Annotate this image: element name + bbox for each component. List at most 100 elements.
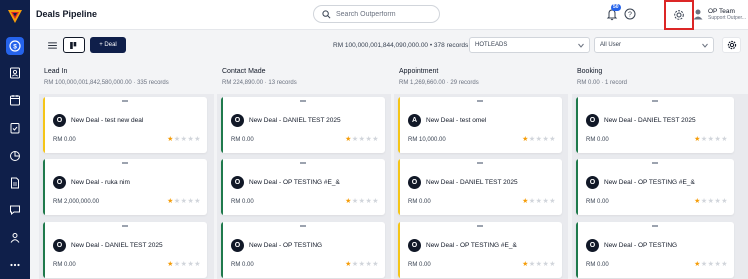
deal-name[interactable]: New Deal - DANIEL TEST 2025: [426, 179, 518, 186]
deal-name[interactable]: New Deal - OP TESTING: [604, 242, 677, 249]
drag-handle-icon[interactable]: [477, 225, 483, 227]
star-icon[interactable]: ★: [701, 136, 708, 143]
sidebar-item-team[interactable]: [6, 229, 24, 247]
drag-handle-icon[interactable]: [652, 100, 658, 102]
deal-card[interactable]: O New Deal - DANIEL TEST 2025 RM 0.00 ★★★★★: [576, 97, 734, 153]
deal-name[interactable]: New Deal - ruka nim: [71, 179, 130, 186]
star-icon[interactable]: ★: [694, 136, 701, 143]
star-icon[interactable]: ★: [194, 136, 201, 143]
star-icon[interactable]: ★: [522, 261, 529, 268]
drag-handle-icon[interactable]: [477, 162, 483, 164]
star-icon[interactable]: ★: [721, 198, 728, 205]
app-logo-icon[interactable]: [7, 8, 23, 24]
help-icon[interactable]: ?: [624, 8, 636, 20]
sidebar-item-contacts[interactable]: [6, 64, 24, 82]
deal-card[interactable]: O New Deal - DANIEL TEST 2025 RM 0.00 ★★★★★: [398, 159, 562, 215]
star-icon[interactable]: ★: [529, 136, 536, 143]
star-icon[interactable]: ★: [529, 198, 536, 205]
deal-rating[interactable]: ★★★★★: [167, 260, 201, 268]
sidebar-item-documents[interactable]: [6, 174, 24, 192]
deal-rating[interactable]: ★★★★★: [522, 260, 556, 268]
star-icon[interactable]: ★: [549, 198, 556, 205]
star-icon[interactable]: ★: [174, 261, 181, 268]
deal-card[interactable]: O New Deal - test new deal RM 0.00 ★★★★★: [43, 97, 207, 153]
search-box[interactable]: [313, 5, 440, 23]
deal-name[interactable]: New Deal - OP TESTING #E_&: [604, 179, 695, 186]
deal-rating[interactable]: ★★★★★: [694, 197, 728, 205]
deal-name[interactable]: New Deal - test omel: [426, 117, 486, 124]
star-icon[interactable]: ★: [167, 136, 174, 143]
deal-rating[interactable]: ★★★★★: [345, 260, 379, 268]
deal-rating[interactable]: ★★★★★: [522, 197, 556, 205]
star-icon[interactable]: ★: [345, 198, 352, 205]
drag-handle-icon[interactable]: [652, 225, 658, 227]
sidebar-item-calendar[interactable]: [6, 91, 24, 109]
star-icon[interactable]: ★: [352, 136, 359, 143]
star-icon[interactable]: ★: [167, 261, 174, 268]
deal-rating[interactable]: ★★★★★: [345, 135, 379, 143]
star-icon[interactable]: ★: [174, 136, 181, 143]
board-settings-button[interactable]: [722, 37, 741, 53]
sidebar-item-deals[interactable]: $: [6, 37, 24, 55]
star-icon[interactable]: ★: [352, 261, 359, 268]
star-icon[interactable]: ★: [721, 261, 728, 268]
deal-name[interactable]: New Deal - DANIEL TEST 2025: [71, 242, 163, 249]
star-icon[interactable]: ★: [194, 261, 201, 268]
drag-handle-icon[interactable]: [122, 225, 128, 227]
star-icon[interactable]: ★: [352, 198, 359, 205]
star-icon[interactable]: ★: [721, 136, 728, 143]
deal-rating[interactable]: ★★★★★: [167, 197, 201, 205]
drag-handle-icon[interactable]: [477, 100, 483, 102]
deal-card[interactable]: O New Deal - ruka nim RM 2,000,000.00 ★★★★★: [43, 159, 207, 215]
sidebar-item-chat[interactable]: [6, 201, 24, 219]
sidebar-item-more[interactable]: [6, 256, 24, 274]
drag-handle-icon[interactable]: [122, 162, 128, 164]
star-icon[interactable]: ★: [372, 261, 379, 268]
star-icon[interactable]: ★: [694, 198, 701, 205]
star-icon[interactable]: ★: [174, 198, 181, 205]
deal-card[interactable]: O New Deal - DANIEL TEST 2025 RM 0.00 ★★★★★: [221, 97, 385, 153]
star-icon[interactable]: ★: [194, 198, 201, 205]
deal-card[interactable]: O New Deal - OP TESTING RM 0.00 ★★★★★: [576, 222, 734, 278]
deal-rating[interactable]: ★★★★★: [167, 135, 201, 143]
star-icon[interactable]: ★: [522, 136, 529, 143]
star-icon[interactable]: ★: [701, 261, 708, 268]
star-icon[interactable]: ★: [522, 198, 529, 205]
sidebar-item-tasks[interactable]: [6, 119, 24, 137]
deal-name[interactable]: New Deal - OP TESTING #E_&: [426, 242, 517, 249]
drag-handle-icon[interactable]: [300, 162, 306, 164]
star-icon[interactable]: ★: [372, 198, 379, 205]
deal-card[interactable]: O New Deal - OP TESTING RM 0.00 ★★★★★: [221, 222, 385, 278]
sidebar-item-reports[interactable]: [6, 147, 24, 165]
star-icon[interactable]: ★: [549, 136, 556, 143]
star-icon[interactable]: ★: [694, 261, 701, 268]
deal-name[interactable]: New Deal - DANIEL TEST 2025: [604, 117, 696, 124]
star-icon[interactable]: ★: [529, 261, 536, 268]
deal-name[interactable]: New Deal - OP TESTING #E_&: [249, 179, 340, 186]
star-icon[interactable]: ★: [701, 198, 708, 205]
settings-gear-icon[interactable]: [673, 9, 685, 21]
star-icon[interactable]: ★: [167, 198, 174, 205]
deal-card[interactable]: O New Deal - OP TESTING #E_& RM 0.00 ★★★★★: [398, 222, 562, 278]
deal-rating[interactable]: ★★★★★: [694, 260, 728, 268]
deal-rating[interactable]: ★★★★★: [522, 135, 556, 143]
kanban-view-button[interactable]: [63, 37, 85, 53]
user-avatar[interactable]: [692, 8, 704, 20]
deal-name[interactable]: New Deal - OP TESTING: [249, 242, 322, 249]
star-icon[interactable]: ★: [549, 261, 556, 268]
deal-card[interactable]: O New Deal - OP TESTING #E_& RM 0.00 ★★★★★: [576, 159, 734, 215]
search-input[interactable]: [336, 10, 436, 18]
add-deal-button[interactable]: + Deal: [90, 37, 126, 53]
star-icon[interactable]: ★: [345, 136, 352, 143]
list-view-button[interactable]: [45, 37, 59, 53]
deal-card[interactable]: A New Deal - test omel RM 10,000.00 ★★★★★: [398, 97, 562, 153]
deal-rating[interactable]: ★★★★★: [694, 135, 728, 143]
deal-rating[interactable]: ★★★★★: [345, 197, 379, 205]
deal-card[interactable]: O New Deal - DANIEL TEST 2025 RM 0.00 ★★★★★: [43, 222, 207, 278]
drag-handle-icon[interactable]: [122, 100, 128, 102]
drag-handle-icon[interactable]: [300, 100, 306, 102]
drag-handle-icon[interactable]: [652, 162, 658, 164]
deal-card[interactable]: O New Deal - OP TESTING #E_& RM 0.00 ★★★★★: [221, 159, 385, 215]
deal-name[interactable]: New Deal - test new deal: [71, 117, 143, 124]
star-icon[interactable]: ★: [345, 261, 352, 268]
